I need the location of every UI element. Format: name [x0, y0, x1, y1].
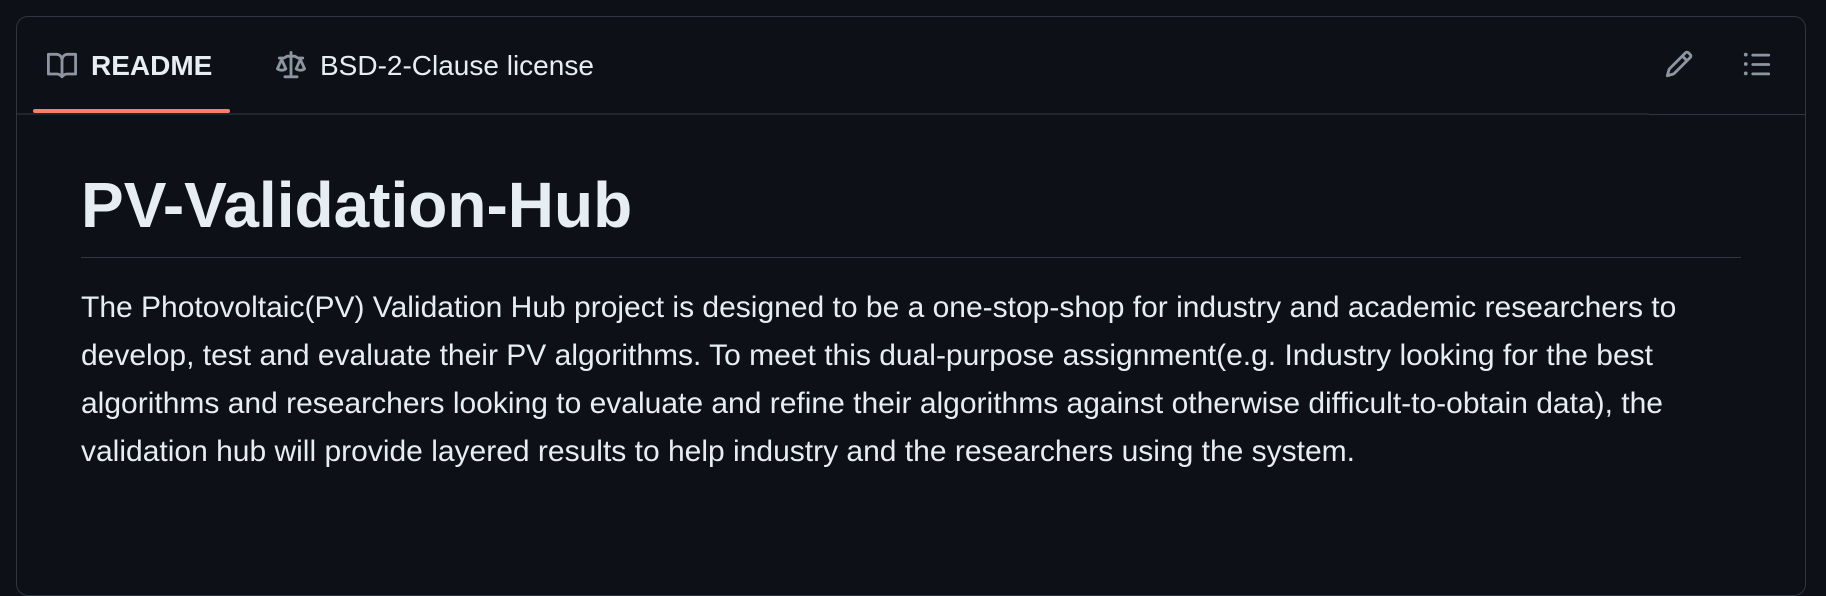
readme-panel: README BSD-2-Clause license PV-Validatio…: [16, 16, 1806, 596]
tab-readme-label: README: [91, 50, 213, 81]
readme-content: PV-Validation-Hub The Photovoltaic(PV) V…: [81, 115, 1741, 476]
readme-header: README BSD-2-Clause license: [17, 17, 1805, 115]
readme-title: PV-Validation-Hub: [81, 169, 633, 241]
readme-paragraph: The Photovoltaic(PV) Validation Hub proj…: [81, 291, 1677, 468]
law-scale-icon: [276, 51, 306, 81]
tab-readme[interactable]: README: [33, 17, 230, 115]
edit-file-button[interactable]: [1659, 46, 1699, 86]
tab-license[interactable]: BSD-2-Clause license: [260, 17, 594, 115]
tab-license-label: BSD-2-Clause license: [320, 50, 594, 81]
title-divider: [81, 257, 1741, 258]
list-icon: [1742, 49, 1772, 84]
pencil-icon: [1664, 49, 1694, 84]
book-icon: [47, 51, 77, 81]
outline-button[interactable]: [1737, 46, 1777, 86]
